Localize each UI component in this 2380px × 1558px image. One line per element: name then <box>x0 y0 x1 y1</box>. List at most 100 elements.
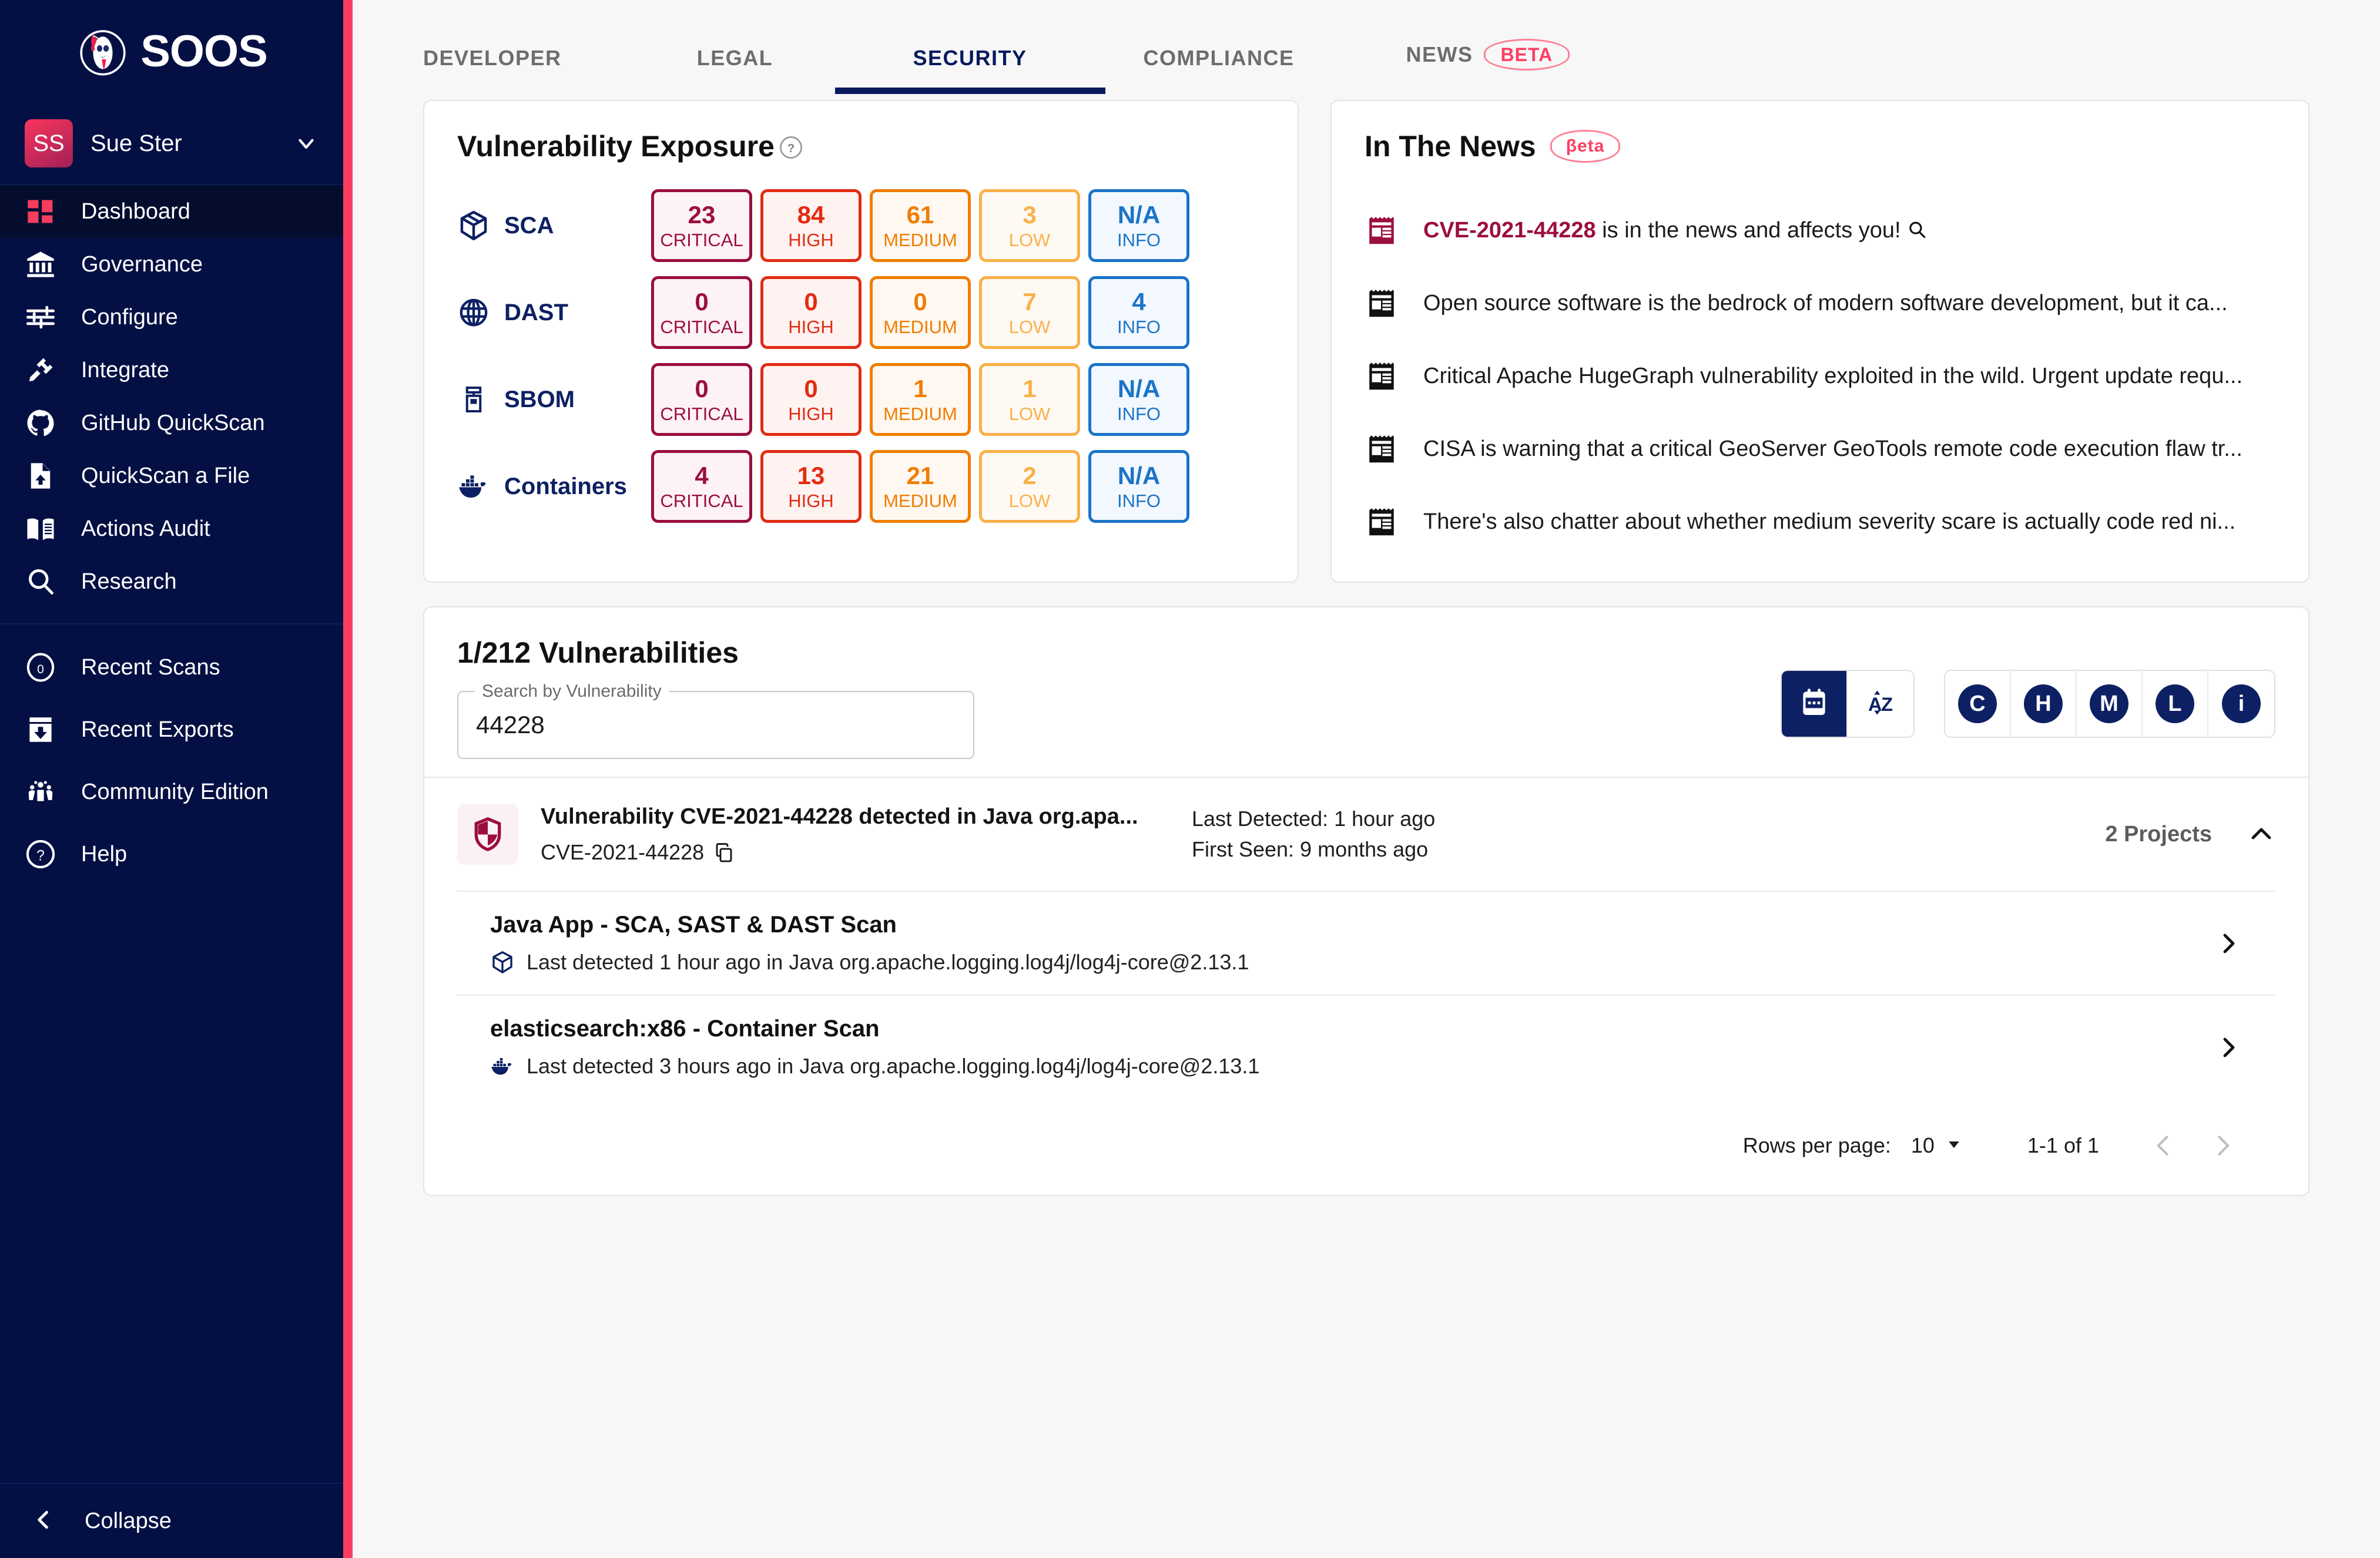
sidebar-item-integrate[interactable]: Integrate <box>0 344 343 397</box>
tab-legal[interactable]: LEGAL <box>673 46 797 94</box>
vulnerability-rows: SCA 23 CRITICAL 84 HIGH 61 MEDIUM 3 LOW … <box>457 189 1265 523</box>
sort-by-date-button[interactable] <box>1782 671 1848 737</box>
chip-critical[interactable]: 4 CRITICAL <box>651 450 752 523</box>
chip-label: INFO <box>1117 229 1161 250</box>
chip-high[interactable]: 84 HIGH <box>760 189 862 262</box>
chip-high[interactable]: 0 HIGH <box>760 276 862 349</box>
chip-label: INFO <box>1117 490 1161 511</box>
sidebar-item-recent-exports[interactable]: Recent Exports <box>0 699 343 761</box>
bank-icon <box>25 249 56 280</box>
project-title: elasticsearch:x86 - Container Scan <box>490 1016 880 1042</box>
news-item[interactable]: Open source software is the bedrock of m… <box>1365 267 2275 340</box>
filter-critical-button[interactable]: C <box>1945 671 2011 737</box>
file-upload-icon <box>25 460 56 492</box>
pagination-range: 1-1 of 1 <box>2027 1133 2099 1158</box>
chip-critical[interactable]: 23 CRITICAL <box>651 189 752 262</box>
rows-per-page-select[interactable]: 10 <box>1911 1133 1963 1158</box>
news-item-text: There's also chatter about whether mediu… <box>1423 509 2236 534</box>
sidebar-item-quickscan-a-file[interactable]: QuickScan a File <box>0 449 343 502</box>
svg-text:Z: Z <box>1881 693 1893 715</box>
chevron-down-icon <box>1945 1136 1963 1156</box>
news-item[interactable]: There's also chatter about whether mediu… <box>1365 485 2275 558</box>
filter-medium-button[interactable]: M <box>2077 671 2143 737</box>
sidebar-item-actions-audit[interactable]: Actions Audit <box>0 502 343 555</box>
chip-label: HIGH <box>788 229 834 250</box>
chip-low[interactable]: 1 LOW <box>979 363 1080 436</box>
docker-icon <box>490 1054 515 1079</box>
page-content: Vulnerability Exposure ? SCA 23 CRITICAL… <box>353 94 2380 1197</box>
chip-info[interactable]: N/A INFO <box>1088 363 1189 436</box>
chip-low[interactable]: 2 LOW <box>979 450 1080 523</box>
news-item[interactable]: Critical Apache HugeGraph vulnerability … <box>1365 340 2275 412</box>
chip-medium[interactable]: 1 MEDIUM <box>870 363 971 436</box>
news-item-text: Critical Apache HugeGraph vulnerability … <box>1423 363 2243 388</box>
sort-alphabetical-button[interactable]: A Z <box>1848 671 1913 737</box>
news-item[interactable]: CISA is warning that a critical GeoServe… <box>1365 412 2275 485</box>
sidebar-item-github-quickscan[interactable]: GitHub QuickScan <box>0 397 343 449</box>
chip-info[interactable]: N/A INFO <box>1088 450 1189 523</box>
tab-compliance[interactable]: COMPLIANCE <box>1144 46 1295 94</box>
chevron-down-icon[interactable] <box>294 131 319 156</box>
tab-developer[interactable]: DEVELOPER <box>423 46 562 94</box>
chip-high[interactable]: 0 HIGH <box>760 363 862 436</box>
search-legend: Search by Vulnerability <box>475 681 669 701</box>
chip-label: CRITICAL <box>660 229 743 250</box>
filter-low-button[interactable]: L <box>2143 671 2208 737</box>
chevron-right-icon[interactable] <box>2214 929 2242 958</box>
sidebar-item-recent-scans[interactable]: 0 Recent Scans <box>0 636 343 699</box>
chip-info[interactable]: 4 INFO <box>1088 276 1189 349</box>
sidebar-item-dashboard[interactable]: Dashboard <box>0 185 343 238</box>
sidebar-item-governance[interactable]: Governance <box>0 238 343 291</box>
sidebar-item-label: Recent Scans <box>81 654 220 680</box>
previous-page-button[interactable] <box>2134 1133 2193 1159</box>
sidebar-item-label: Recent Exports <box>81 717 234 742</box>
project-main: elasticsearch:x86 - Container Scan Last … <box>490 1016 2214 1079</box>
result-expand-area[interactable]: 2 Projects <box>2105 820 2275 848</box>
user-menu[interactable]: SS Sue Ster <box>0 103 343 185</box>
project-main: Java App - SCA, SAST & DAST Scan Last de… <box>490 912 2214 975</box>
github-icon <box>25 407 56 439</box>
chip-low[interactable]: 7 LOW <box>979 276 1080 349</box>
chevron-up-icon[interactable] <box>2247 820 2275 848</box>
brand-logo[interactable]: SOOS <box>0 0 343 103</box>
news-cve-link[interactable]: CVE-2021-44228 <box>1423 218 1596 243</box>
filter-info-button[interactable]: i <box>2208 671 2274 737</box>
chip-high[interactable]: 13 HIGH <box>760 450 862 523</box>
tab-security[interactable]: SECURITY <box>909 46 1032 94</box>
vuln-row-name: SCA <box>504 212 554 239</box>
chip-low[interactable]: 3 LOW <box>979 189 1080 262</box>
vulnerability-result-row[interactable]: Vulnerability CVE-2021-44228 detected in… <box>424 778 2308 891</box>
sidebar-item-label: Help <box>81 841 128 867</box>
search-field: Search by Vulnerability <box>457 681 974 759</box>
project-row[interactable]: elasticsearch:x86 - Container Scan Last … <box>457 995 2275 1099</box>
chip-critical[interactable]: 0 CRITICAL <box>651 363 752 436</box>
sidebar-item-community-edition[interactable]: Community Edition <box>0 761 343 823</box>
chip-info[interactable]: N/A INFO <box>1088 189 1189 262</box>
news-item[interactable]: CVE-2021-44228 is in the news and affect… <box>1365 194 2275 267</box>
next-page-button[interactable] <box>2193 1133 2252 1159</box>
download-box-icon <box>25 714 56 746</box>
sidebar-item-help[interactable]: ? Help <box>0 823 343 885</box>
app-root: SOOS SS Sue Ster Dashboard Governance Co… <box>0 0 2380 1558</box>
sidebar-item-configure[interactable]: Configure <box>0 291 343 344</box>
vuln-row-label: SCA <box>457 209 651 242</box>
newspaper-icon <box>1365 505 1399 539</box>
copy-icon[interactable] <box>713 842 735 863</box>
project-row[interactable]: Java App - SCA, SAST & DAST Scan Last de… <box>457 891 2275 995</box>
filter-high-button[interactable]: H <box>2011 671 2077 737</box>
tab-news[interactable]: NEWS BETA <box>1406 39 1570 94</box>
search-icon[interactable] <box>1907 220 1927 240</box>
chip-label: MEDIUM <box>883 229 957 250</box>
chip-medium[interactable]: 21 MEDIUM <box>870 450 971 523</box>
chip-critical[interactable]: 0 CRITICAL <box>651 276 752 349</box>
question-circle-icon[interactable]: ? <box>778 133 804 159</box>
svg-text:0: 0 <box>37 663 44 676</box>
chip-label: HIGH <box>788 316 834 337</box>
collapse-button[interactable]: Collapse <box>0 1484 343 1558</box>
sidebar-item-label: GitHub QuickScan <box>81 410 265 435</box>
chip-medium[interactable]: 61 MEDIUM <box>870 189 971 262</box>
chevron-right-icon[interactable] <box>2214 1033 2242 1062</box>
beta-badge: βeta <box>1550 130 1621 163</box>
chip-medium[interactable]: 0 MEDIUM <box>870 276 971 349</box>
sidebar-item-research[interactable]: Research <box>0 555 343 608</box>
